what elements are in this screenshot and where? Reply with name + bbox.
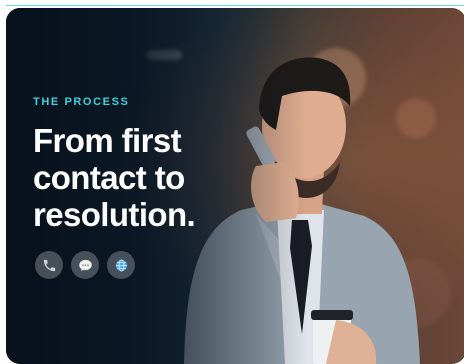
contact-icon-row [35, 251, 135, 279]
chat-icon[interactable] [71, 251, 99, 279]
top-border-line [0, 0, 464, 6]
eyebrow-label: THE PROCESS [33, 96, 130, 108]
hero-headline: From first contact to resolution. [33, 122, 196, 233]
globe-icon[interactable] [107, 251, 135, 279]
phone-icon[interactable] [35, 251, 63, 279]
hero-card: THE PROCESS From first contact to resolu… [6, 8, 464, 364]
